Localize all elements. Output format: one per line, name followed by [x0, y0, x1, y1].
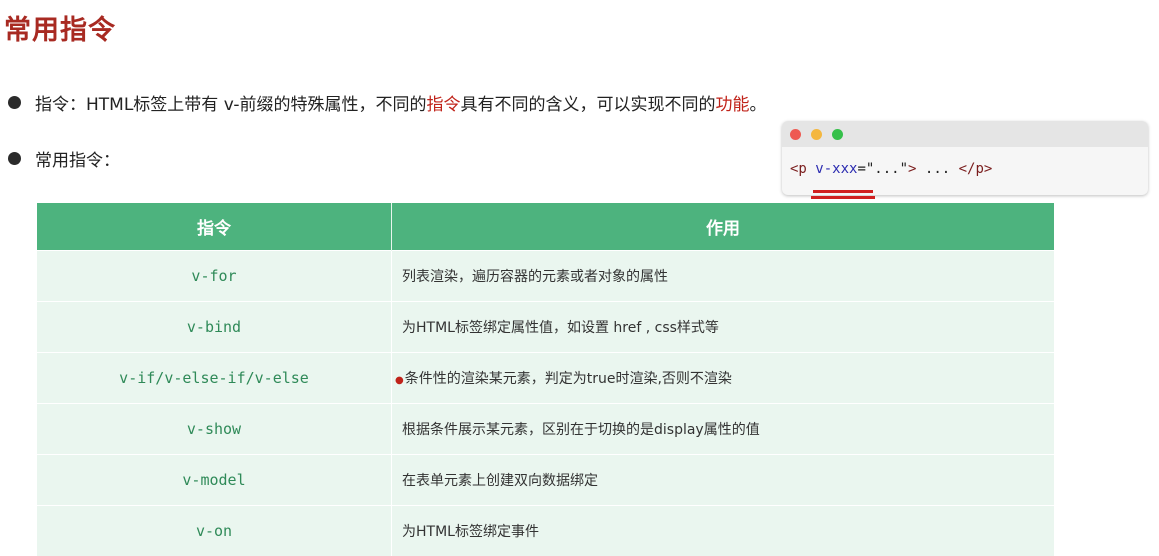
red-marker-dot: ●	[395, 375, 404, 386]
usage-cell: 根据条件展示某元素，区别在于切换的是display属性的值	[392, 404, 1055, 455]
code-window-titlebar	[782, 121, 1148, 147]
table-row: v-model 在表单元素上创建双向数据绑定	[37, 455, 1054, 506]
usage-text: 条件性的渲染某元素，判定为true时渲染,否则不渲染	[405, 371, 732, 387]
directive-cell: v-bind	[37, 302, 392, 353]
bullet1-text-part1: 指令：HTML标签上带有 v-前缀的特殊属性，不同的	[35, 90, 426, 115]
attr-underline	[811, 196, 875, 199]
bullet1-highlight-directive: 指令	[426, 90, 460, 115]
usage-cell: 为HTML标签绑定事件	[392, 506, 1055, 556]
page-title: 常用指令	[4, 8, 116, 47]
directive-cell: v-show	[37, 404, 392, 455]
code-attr-value: ="..."	[857, 161, 908, 177]
code-content: ...	[916, 161, 958, 177]
minimize-light-icon	[811, 129, 822, 140]
directive-cell: v-on	[37, 506, 392, 556]
bullet2-text: 常用指令：	[35, 146, 120, 171]
directives-table: 指令 作用 v-for 列表渲染，遍历容器的元素或者对象的属性 v-bind 为…	[37, 203, 1054, 556]
code-window: <p v-xxx="..."> ... </p>	[782, 121, 1148, 195]
maximize-light-icon	[832, 129, 843, 140]
table-row: v-if/v-else-if/v-else ●条件性的渲染某元素，判定为true…	[37, 353, 1054, 404]
table-row: v-bind 为HTML标签绑定属性值，如设置 href , css样式等	[37, 302, 1054, 353]
bullet1-highlight-function: 功能	[715, 90, 749, 115]
usage-cell: 为HTML标签绑定属性值，如设置 href , css样式等	[392, 302, 1055, 353]
code-attr: v-xxx	[815, 161, 857, 177]
code-tag-open: <p	[790, 161, 807, 177]
usage-cell: 在表单元素上创建双向数据绑定	[392, 455, 1055, 506]
bullet-directive-definition: 指令：HTML标签上带有 v-前缀的特殊属性，不同的指令具有不同的含义，可以实现…	[8, 90, 766, 115]
table-row: v-show 根据条件展示某元素，区别在于切换的是display属性的值	[37, 404, 1054, 455]
bullet1-text-part2: 具有不同的含义，可以实现不同的	[460, 90, 715, 115]
attr-underline	[813, 190, 873, 193]
directive-cell: v-model	[37, 455, 392, 506]
header-usage: 作用	[392, 203, 1055, 251]
usage-cell-with-marker: ●条件性的渲染某元素，判定为true时渲染,否则不渲染	[392, 353, 1055, 404]
bullet-dot	[8, 96, 21, 109]
directive-cell: v-if/v-else-if/v-else	[37, 353, 392, 404]
table-row: v-on 为HTML标签绑定事件	[37, 506, 1054, 556]
table-row: v-for 列表渲染，遍历容器的元素或者对象的属性	[37, 251, 1054, 302]
code-snippet: <p v-xxx="..."> ... </p>	[790, 161, 992, 177]
bullet-common-directives: 常用指令：	[8, 146, 120, 171]
bullet1-text-part3: 。	[749, 90, 766, 115]
header-directive: 指令	[37, 203, 392, 251]
directive-cell: v-for	[37, 251, 392, 302]
code-tag-close: </p>	[959, 161, 993, 177]
usage-cell: 列表渲染，遍历容器的元素或者对象的属性	[392, 251, 1055, 302]
table-header-row: 指令 作用	[37, 203, 1054, 251]
close-light-icon	[790, 129, 801, 140]
bullet-dot	[8, 152, 21, 165]
